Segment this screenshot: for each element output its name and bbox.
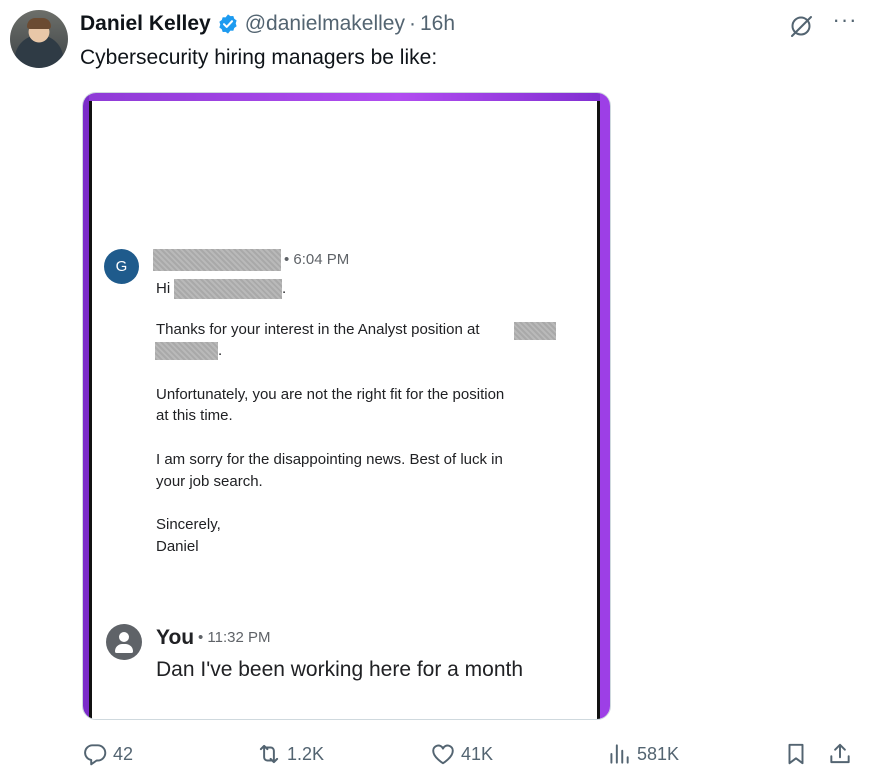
- action-bar: 42 1.2K 41K 581K: [0, 738, 876, 770]
- sender-avatar: G: [104, 249, 139, 284]
- share-button[interactable]: [827, 738, 858, 770]
- bookmark-button[interactable]: [783, 738, 814, 770]
- views-button[interactable]: 581K: [606, 738, 679, 770]
- heart-icon: [432, 744, 454, 765]
- share-icon: [830, 743, 850, 764]
- reply-message: Dan I've been working here for a month: [156, 658, 524, 681]
- tweet-text: Cybersecurity hiring managers be like:: [80, 46, 438, 69]
- tweet-header: Daniel Kelley @danielmakelley · 16h: [80, 11, 455, 37]
- redacted-recipient: [174, 279, 282, 299]
- frame-right: [600, 93, 610, 719]
- email-signature: Daniel: [156, 538, 199, 555]
- bookmark-icon: [788, 743, 804, 765]
- author-name[interactable]: Daniel Kelley: [80, 12, 211, 36]
- reply-author: You: [156, 626, 195, 649]
- frame-inner-right: [597, 101, 600, 719]
- redacted-sender: [153, 249, 281, 271]
- view-count: 581K: [637, 743, 680, 764]
- email-greeting: Hi: [156, 280, 171, 297]
- email-time: • 6:04 PM: [284, 251, 350, 268]
- repost-icon: [259, 744, 279, 764]
- email-line: Thanks for your interest in the Analyst …: [156, 321, 480, 338]
- reply-time: • 11:32 PM: [198, 629, 271, 646]
- email-line: I am sorry for the disappointing news. B…: [156, 451, 503, 468]
- reply-icon: [84, 744, 107, 766]
- reply-avatar-icon: [106, 624, 142, 660]
- reply-button[interactable]: 42: [82, 738, 133, 770]
- redacted-company-2: [155, 342, 218, 360]
- email-line: your job search.: [156, 473, 263, 490]
- views-icon: [610, 744, 629, 764]
- author-avatar[interactable]: [10, 10, 68, 68]
- redacted-company: [514, 322, 556, 340]
- like-button[interactable]: 41K: [430, 738, 493, 770]
- reply-count: 42: [113, 743, 134, 764]
- more-options-button[interactable]: ···: [830, 9, 860, 36]
- email-line: Unfortunately, you are not the right fit…: [156, 386, 505, 403]
- tweet-time[interactable]: 16h: [420, 12, 455, 36]
- verified-badge-icon: [219, 14, 237, 34]
- author-handle[interactable]: @danielmakelley: [245, 12, 405, 36]
- email-signoff: Sincerely,: [156, 516, 221, 533]
- repost-count: 1.2K: [287, 743, 325, 764]
- email-period: .: [282, 280, 287, 297]
- separator: ·: [408, 12, 416, 35]
- grok-icon[interactable]: [787, 12, 815, 40]
- repost-button[interactable]: 1.2K: [256, 738, 324, 770]
- email-period: .: [218, 342, 223, 359]
- like-count: 41K: [461, 743, 494, 764]
- email-line: at this time.: [156, 407, 233, 424]
